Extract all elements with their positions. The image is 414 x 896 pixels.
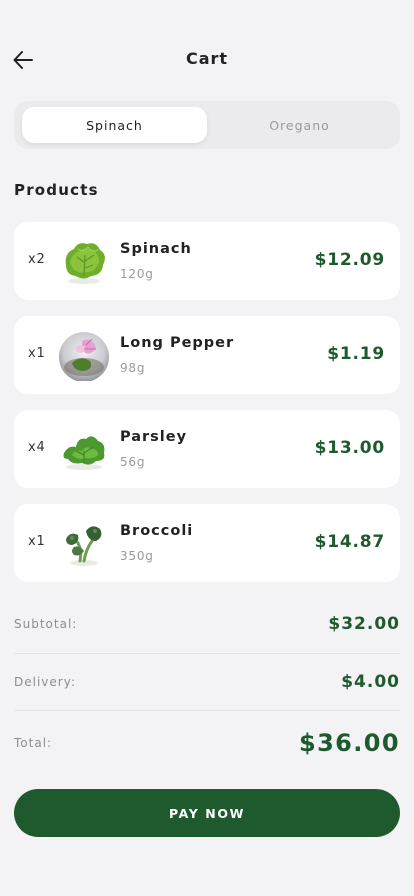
long-pepper-image [59,332,109,381]
pay-now-button[interactable]: PAY NOW [14,789,400,837]
total-row: Total: $36.00 [14,711,400,775]
product-weight: 56g [120,455,146,469]
product-card-spinach[interactable]: x2 Spinach 120g $12.09 [14,222,400,300]
product-card-broccoli[interactable]: x1 Broccoli 350g $14.87 [14,504,400,582]
page-title: Cart [185,49,229,68]
product-list: x2 Spinach 120g $12.09 x1 Long Pepper 98… [14,222,400,598]
cart-screen: Cart Spinach Oregano Products x2 Spinach… [0,0,414,896]
delivery-value: $4.00 [341,672,400,692]
total-label: Total: [14,736,53,750]
category-tabs: Spinach Oregano [14,101,400,149]
product-quantity: x1 [28,346,46,361]
product-price: $13.00 [314,438,385,458]
product-card-parsley[interactable]: x4 Parsley 56g $13.00 [14,410,400,488]
subtotal-value: $32.00 [328,614,400,634]
product-price: $14.87 [314,532,385,552]
order-summary: Subtotal: $32.00 Delivery: $4.00 Total: … [14,597,400,775]
delivery-row: Delivery: $4.00 [14,654,400,711]
product-name: Long Pepper [120,335,235,351]
tab-oregano[interactable]: Oregano [207,107,392,143]
product-card-long-pepper[interactable]: x1 Long Pepper 98g $1.19 [14,316,400,394]
product-price: $12.09 [314,250,385,270]
spinach-image [65,243,105,284]
product-quantity: x4 [28,440,46,455]
subtotal-label: Subtotal: [14,617,78,631]
broccoli-image [66,526,102,566]
parsley-image [63,436,105,470]
delivery-label: Delivery: [14,675,76,689]
product-name: Broccoli [120,523,194,539]
products-heading: Products [14,181,99,199]
product-weight: 350g [120,549,154,563]
product-price: $1.19 [327,344,385,364]
product-quantity: x2 [28,252,46,267]
product-weight: 120g [120,267,154,281]
tab-spinach[interactable]: Spinach [22,107,207,143]
total-value: $36.00 [298,729,400,757]
product-name: Parsley [120,429,188,445]
product-quantity: x1 [28,534,46,549]
subtotal-row: Subtotal: $32.00 [14,597,400,654]
product-weight: 98g [120,361,146,375]
product-name: Spinach [120,241,192,257]
